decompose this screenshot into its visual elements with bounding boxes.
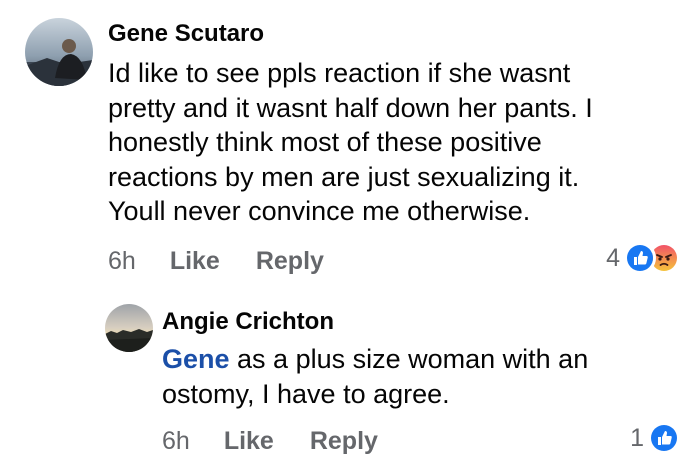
like-icon [624, 242, 656, 274]
like-button[interactable]: Like [224, 426, 274, 456]
comment-text-line: reactions by men are just sexualizing it… [108, 161, 580, 192]
comment-text-line: Youll never convince me otherwise. [108, 196, 531, 226]
reply-button[interactable]: Reply [256, 246, 324, 276]
avatar[interactable] [25, 18, 93, 86]
comment-text-line: pretty and it wasnt half down her pants.… [108, 92, 593, 123]
comment-author[interactable]: Gene Scutaro [108, 20, 264, 48]
avatar-photo [25, 18, 93, 86]
comment-actions: 6h Like Reply [162, 426, 378, 456]
comment-angie-crichton: Angie Crichton Gene as a plus size woman… [0, 290, 700, 466]
comment-author[interactable]: Angie Crichton [162, 308, 334, 336]
comment-text-line: Gene as a plus size woman with an [162, 342, 588, 377]
comment-gene-scutaro: Gene Scutaro Id like to see ppls reactio… [0, 0, 700, 290]
avatar[interactable] [105, 304, 153, 352]
comment-text-segment: as a plus size woman with an [229, 344, 589, 374]
like-icon [648, 422, 680, 454]
comment-text-line: Id like to see ppls reaction if she wasn… [108, 58, 571, 88]
mention-link[interactable]: Gene [162, 344, 230, 374]
comment-text: Id like to see ppls reaction if she wasn… [108, 56, 593, 229]
comment-timestamp[interactable]: 6h [162, 426, 190, 456]
comment-text-line: honestly think most of these positive [108, 127, 542, 157]
comment-text: Gene as a plus size woman with an ostomy… [162, 342, 588, 411]
reaction-count: 1 [630, 423, 644, 452]
comment-text-line: ostomy, I have to agree. [162, 378, 450, 409]
reaction-summary[interactable]: 1 [630, 422, 680, 454]
reaction-summary[interactable]: 4 [606, 242, 680, 274]
comment-timestamp[interactable]: 6h [108, 246, 136, 276]
comment-actions: 6h Like Reply [108, 246, 324, 276]
avatar-photo [105, 304, 153, 352]
reaction-count: 4 [606, 243, 620, 272]
like-button[interactable]: Like [170, 246, 220, 276]
reply-button[interactable]: Reply [310, 426, 378, 456]
